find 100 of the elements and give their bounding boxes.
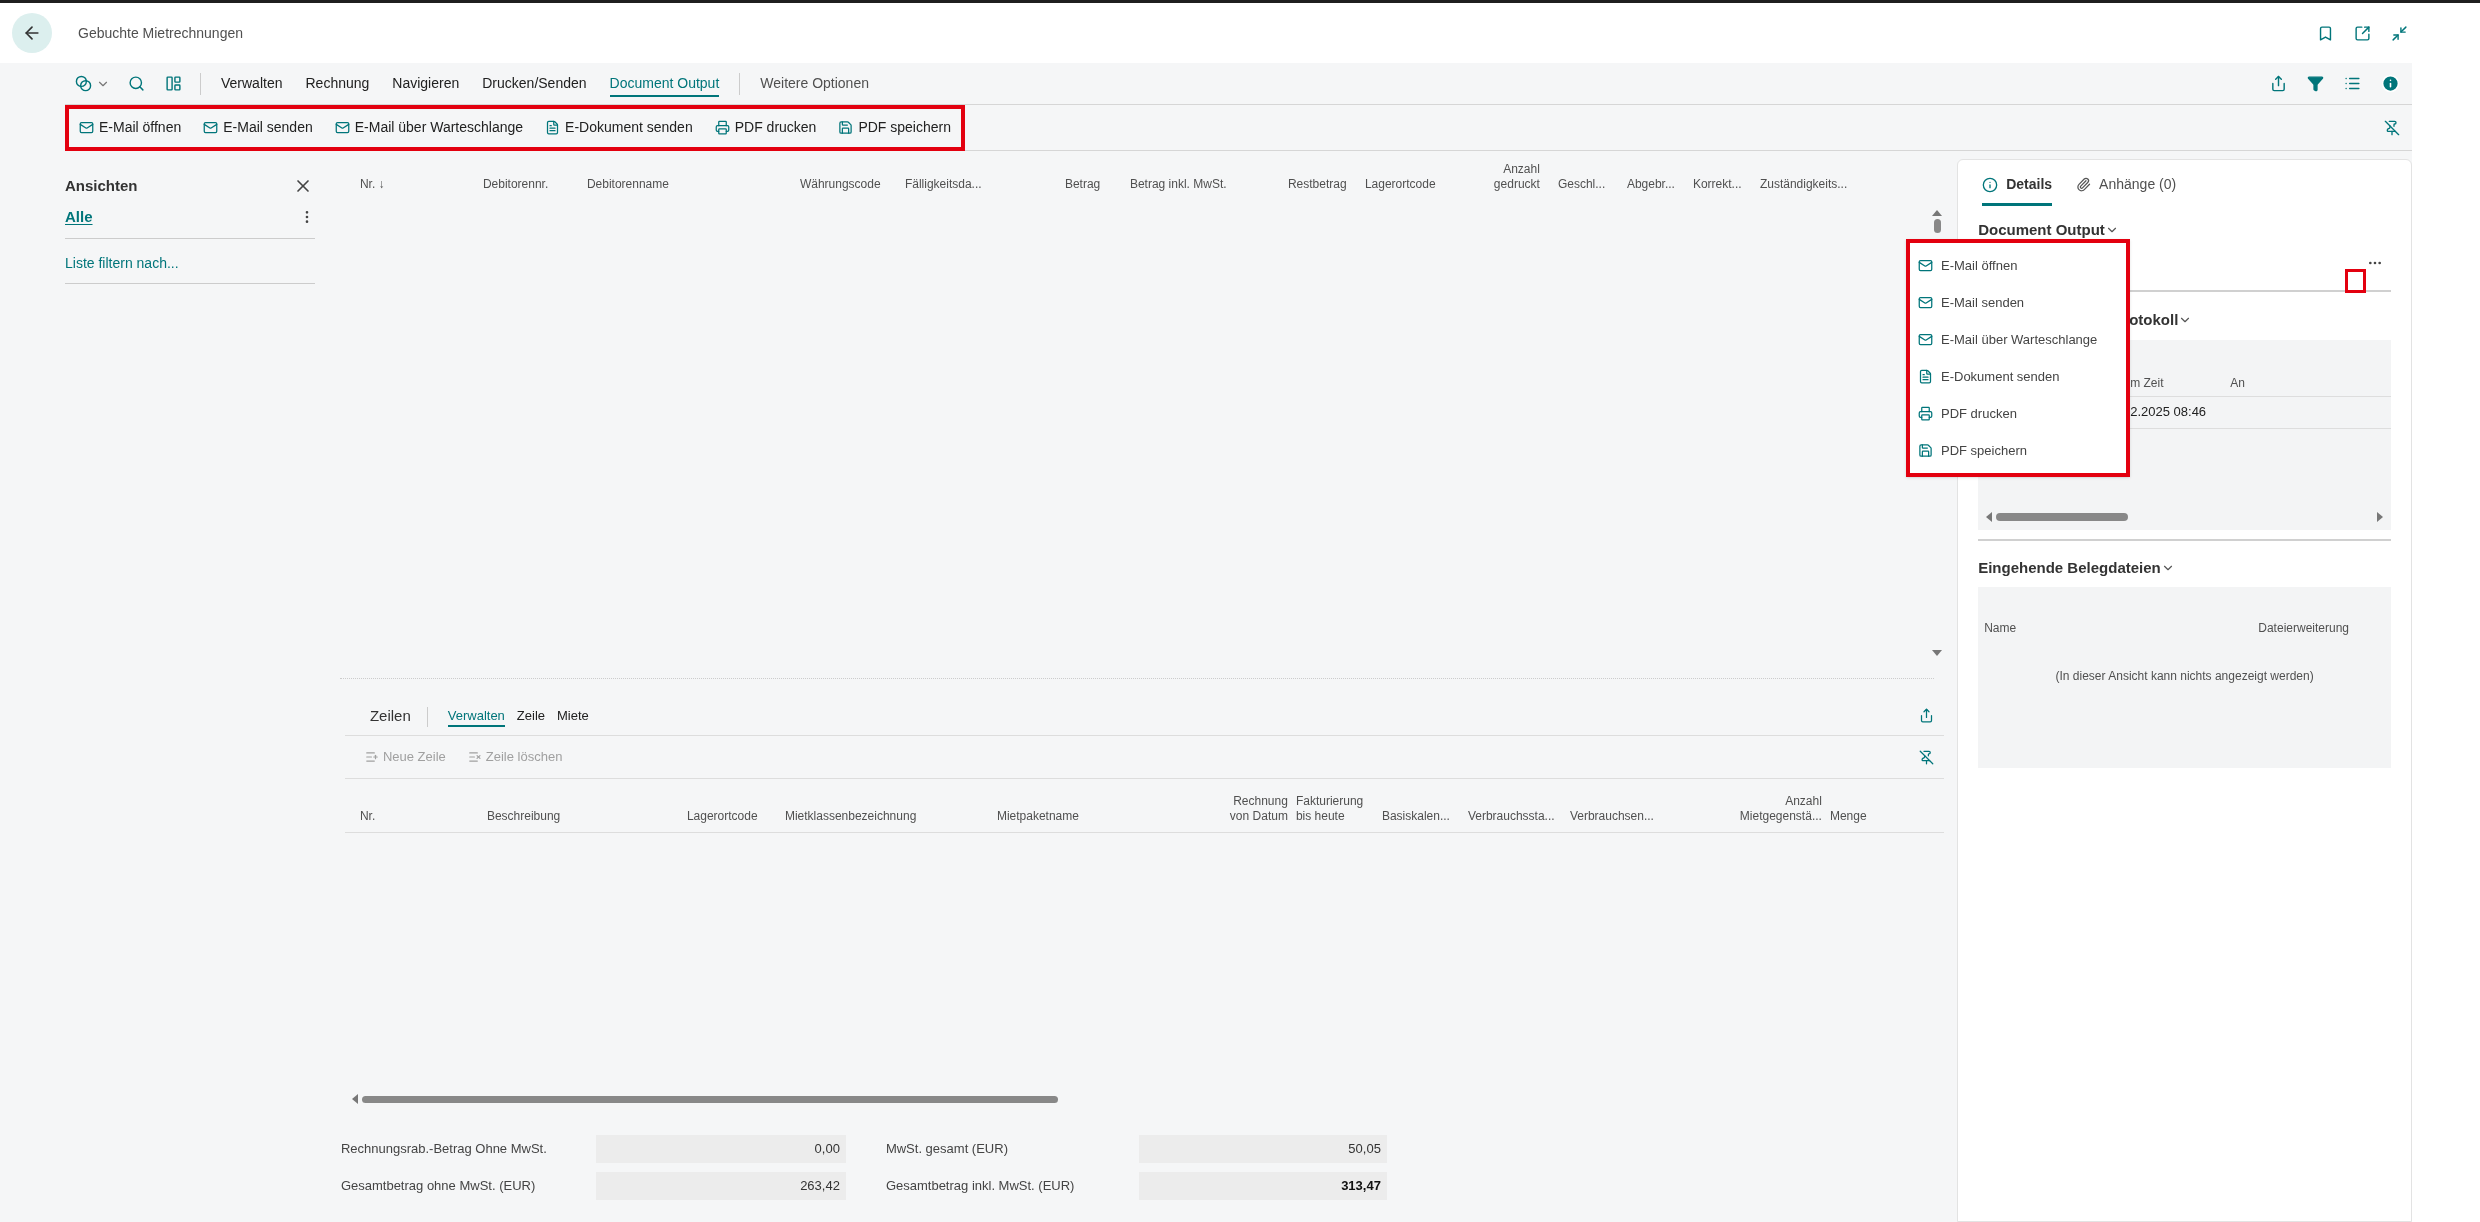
column-header[interactable]: Menge [1829, 809, 1867, 824]
column-header[interactable]: Mietklassenbezeichnung [784, 809, 917, 824]
lines-tab[interactable]: Zeile [516, 705, 546, 727]
scroll-left-arrow[interactable] [1984, 511, 1995, 522]
column-header[interactable]: Betrag [1064, 177, 1101, 192]
scroll-thumb[interactable] [361, 1095, 1058, 1103]
table-cell-text: 2.2025 08:46 [2130, 403, 2207, 422]
printer-icon [714, 120, 730, 135]
dropdown-item[interactable]: E-Mail senden [1910, 292, 2126, 313]
mail-icon [203, 120, 219, 135]
total-value: 263,42 [595, 1172, 846, 1200]
info-icon[interactable] [2381, 74, 2400, 93]
factbox-tab[interactable]: Anhänge (0) [2076, 174, 2177, 206]
column-header[interactable]: Währungscode [799, 177, 881, 192]
unpin-icon[interactable] [1919, 749, 1935, 765]
empty-message: (In dieser Ansicht kann nichts angezeigt werden) [2054, 668, 2315, 685]
dropdown-item[interactable]: E-Mail öffnen [1910, 255, 2126, 276]
more-options-tab[interactable]: Weitere Optionen [760, 73, 869, 94]
column-header[interactable]: Abgebr... [1626, 177, 1675, 192]
column-header[interactable]: Zuständigkeits... [1759, 177, 1848, 192]
unpin-icon[interactable] [2384, 119, 2400, 136]
column-header[interactable]: Fälligkeitsda... [904, 177, 982, 192]
column-header[interactable]: Debitorenname [586, 177, 669, 192]
filter-icon[interactable] [2307, 75, 2324, 92]
scroll-thumb[interactable] [1996, 512, 2129, 521]
factbox-tab[interactable]: Details [1982, 174, 2053, 206]
column-header[interactable]: Name [1984, 619, 2017, 637]
total-label: MwSt. gesamt (EUR) [885, 1140, 1009, 1159]
column-header[interactable]: Lagerortcode [686, 809, 758, 824]
column-header[interactable]: Basiskalen... [1381, 809, 1450, 824]
lines-title: Zeilen [369, 705, 411, 726]
scroll-up-arrow[interactable] [1932, 208, 1943, 218]
menu-tab[interactable]: Navigieren [392, 70, 460, 97]
mail-icon [79, 120, 94, 135]
views-title: Ansichten [65, 176, 138, 196]
menu-tab[interactable]: Drucken/Senden [482, 70, 587, 97]
dropdown-item[interactable]: E-Mail über Warteschlange [1910, 329, 2126, 350]
column-header[interactable]: An [2230, 373, 2331, 392]
highlight-frame [2345, 269, 2366, 293]
menu-tab[interactable]: Verwalten [221, 70, 283, 97]
column-header[interactable]: Rechnung von Datum [1225, 794, 1288, 824]
column-header[interactable]: Beschreibung [486, 809, 561, 824]
total-label: Rechnungsrab.-Betrag Ohne MwSt. [340, 1140, 548, 1159]
add-row-icon [364, 750, 379, 764]
column-header[interactable]: Anzahl gedruckt [1493, 162, 1540, 192]
share-icon[interactable] [1919, 708, 1935, 723]
scroll-down-arrow[interactable] [1932, 648, 1943, 658]
scroll-right-arrow[interactable] [2375, 511, 2385, 522]
dropdown-item[interactable]: PDF drucken [1910, 403, 2126, 424]
column-header[interactable]: Nr. [359, 809, 376, 824]
column-header[interactable]: Fakturierung bis heute [1295, 794, 1370, 824]
column-header[interactable]: Restbetrag [1287, 177, 1347, 192]
collapse-icon[interactable] [2391, 24, 2408, 42]
back-button[interactable] [12, 13, 52, 53]
menu-tab[interactable]: Rechnung [305, 70, 370, 97]
column-header[interactable]: Korrekt... [1692, 177, 1742, 192]
column-header[interactable]: Dateierweiterung [2258, 619, 2349, 637]
scroll-thumb[interactable] [1933, 219, 1941, 233]
column-header[interactable]: Lagerortcode [1364, 177, 1436, 192]
total-value: 313,47 [1138, 1172, 1387, 1200]
search-icon[interactable] [128, 75, 145, 92]
total-label: Gesamtbetrag inkl. MwSt. (EUR) [885, 1177, 1076, 1196]
mail-icon [334, 120, 350, 135]
column-header[interactable]: Geschl... [1557, 177, 1606, 192]
lines-tab[interactable]: Miete [557, 705, 589, 727]
document-icon [545, 120, 561, 135]
action-button[interactable]: PDF speichern [838, 117, 951, 138]
menu-tab[interactable]: Document Output [609, 70, 720, 97]
dropdown-item[interactable]: E-Dokument senden [1910, 366, 2126, 387]
circles-icon[interactable] [75, 75, 92, 92]
action-button[interactable]: E-Mail über Warteschlange [334, 117, 524, 138]
bookmark-icon[interactable] [2317, 24, 2334, 42]
action-button[interactable]: PDF drucken [714, 117, 817, 138]
column-header[interactable]: Verbrauchsen... [1569, 809, 1654, 824]
delete-row-icon [467, 750, 482, 764]
column-header[interactable]: Mietpaketname [996, 809, 1079, 824]
section-title: Document Output [1978, 221, 2105, 238]
column-header[interactable]: Anzahl Mietgegenstä... [1731, 794, 1822, 824]
open-new-window-icon[interactable] [2354, 24, 2371, 42]
column-header[interactable]: m Zeit [2130, 373, 2231, 392]
total-value: 0,00 [595, 1135, 846, 1163]
share-icon[interactable] [2270, 75, 2287, 92]
column-header[interactable]: Debitorennr. [482, 177, 549, 192]
info-icon [1982, 176, 1999, 193]
dropdown-item[interactable]: PDF speichern [1910, 440, 2126, 461]
action-button[interactable]: E-Dokument senden [545, 117, 693, 138]
layout-icon[interactable] [165, 75, 182, 92]
section-title: Eingehende Belegdateien [1978, 557, 2161, 578]
total-value: 50,05 [1138, 1135, 1387, 1163]
lines-tab[interactable]: Verwalten [447, 705, 505, 727]
list-icon[interactable] [2344, 75, 2361, 92]
filter-link[interactable]: Liste filtern nach... [65, 253, 179, 274]
column-header[interactable]: Nr. ↓ [359, 177, 385, 192]
total-label: Gesamtbetrag ohne MwSt. (EUR) [340, 1177, 537, 1196]
column-header[interactable]: Betrag inkl. MwSt. [1129, 177, 1227, 192]
printer-icon [1918, 406, 1933, 421]
action-button[interactable]: E-Mail öffnen [79, 117, 182, 138]
column-header[interactable]: Verbrauchssta... [1467, 809, 1555, 824]
action-button[interactable]: E-Mail senden [203, 117, 313, 138]
view-item[interactable]: Alle [65, 205, 93, 228]
